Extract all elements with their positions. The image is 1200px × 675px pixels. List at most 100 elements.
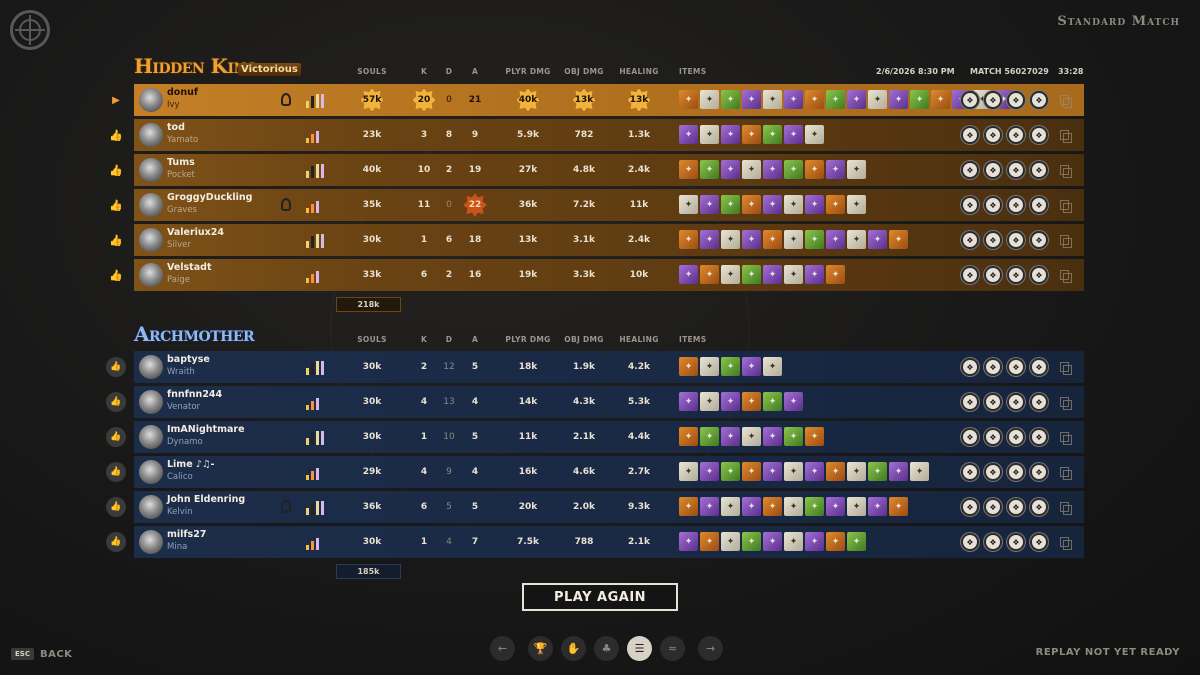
item-slot-icon[interactable]: ✦ xyxy=(700,265,719,284)
player-row[interactable]: ▶ donuf Ivy 57k 20 0 21 40k 13k 13k ✦ ✦ ✦ ✦ ✦ ✦ ✦ ✦ ✦ ✦ ✦ ✦ ✦ ✦… xyxy=(112,84,1084,116)
item-slot-icon[interactable]: ✦ xyxy=(784,195,803,214)
ability-icon[interactable]: ❖ xyxy=(984,126,1002,144)
ability-icon[interactable]: ❖ xyxy=(1007,266,1025,284)
ability-icon[interactable]: ❖ xyxy=(961,161,979,179)
player-row[interactable]: 👍 Valeriux24 Silver 30k 1 6 18 13k 3.1k 2.4k ✦ ✦ ✦ ✦ ✦… xyxy=(109,224,1084,256)
item-slot-icon[interactable]: ✦ xyxy=(868,462,887,481)
ability-icon[interactable]: ❖ xyxy=(984,533,1002,551)
item-slot-icon[interactable]: ✦ xyxy=(700,160,719,179)
ability-icon[interactable]: ❖ xyxy=(961,231,979,249)
item-slot-icon[interactable]: ✦ xyxy=(679,90,698,109)
item-slot-icon[interactable]: ✦ xyxy=(847,497,866,516)
item-slot-icon[interactable]: ✦ xyxy=(763,230,782,249)
ability-icon[interactable]: ❖ xyxy=(984,266,1002,284)
player-row[interactable]: 👍 John Eldenring Kelvin 36k 6 5 5 20k 2.0k 9.3k ✦ ✦… xyxy=(106,491,1084,523)
player-row[interactable]: 👍 Velstadt Paige 33k 6 2 16 19k 3.3k 10k ✦ ✦ ✦ ✦ ✦ ✦ ✦ ✦ ❖… xyxy=(109,259,1084,291)
item-slot-icon[interactable]: ✦ xyxy=(889,497,908,516)
item-slot-icon[interactable]: ✦ xyxy=(721,427,740,446)
ability-icon[interactable]: ❖ xyxy=(961,463,979,481)
item-slot-icon[interactable]: ✦ xyxy=(742,160,761,179)
item-slot-icon[interactable]: ✦ xyxy=(721,125,740,144)
ability-icon[interactable]: ❖ xyxy=(1007,533,1025,551)
item-slot-icon[interactable]: ✦ xyxy=(889,90,908,109)
item-slot-icon[interactable]: ✦ xyxy=(763,357,782,376)
item-slot-icon[interactable]: ✦ xyxy=(679,160,698,179)
item-slot-icon[interactable]: ✦ xyxy=(679,195,698,214)
ability-icon[interactable]: ❖ xyxy=(1007,126,1025,144)
item-slot-icon[interactable]: ✦ xyxy=(721,462,740,481)
ability-icon[interactable]: ❖ xyxy=(1030,393,1048,411)
item-slot-icon[interactable]: ✦ xyxy=(805,160,824,179)
thumbs-up-icon[interactable]: 👍 xyxy=(106,392,126,412)
item-slot-icon[interactable]: ✦ xyxy=(784,160,803,179)
ability-icon[interactable]: ❖ xyxy=(1030,498,1048,516)
item-slot-icon[interactable]: ✦ xyxy=(700,357,719,376)
item-slot-icon[interactable]: ✦ xyxy=(763,125,782,144)
item-slot-icon[interactable]: ✦ xyxy=(763,462,782,481)
item-slot-icon[interactable]: ✦ xyxy=(679,125,698,144)
copy-icon[interactable] xyxy=(1060,397,1072,410)
item-slot-icon[interactable]: ✦ xyxy=(826,230,845,249)
item-slot-icon[interactable]: ✦ xyxy=(868,497,887,516)
item-slot-icon[interactable]: ✦ xyxy=(784,462,803,481)
graph-icon[interactable]: ≈ xyxy=(660,636,685,661)
item-slot-icon[interactable]: ✦ xyxy=(847,462,866,481)
item-slot-icon[interactable]: ✦ xyxy=(763,532,782,551)
item-slot-icon[interactable]: ✦ xyxy=(679,230,698,249)
copy-icon[interactable] xyxy=(1060,95,1072,108)
thumbs-up-icon[interactable]: 👍 xyxy=(106,532,126,552)
player-row[interactable]: 👍 ImANightmare Dynamo 30k 1 10 5 11k 2.1k 4.4k ✦ ✦ ✦… xyxy=(106,421,1084,453)
ability-icon[interactable]: ❖ xyxy=(1007,231,1025,249)
item-slot-icon[interactable]: ✦ xyxy=(700,497,719,516)
item-slot-icon[interactable]: ✦ xyxy=(784,497,803,516)
thumbs-up-icon[interactable]: 👍 xyxy=(106,154,126,186)
item-slot-icon[interactable]: ✦ xyxy=(721,195,740,214)
tree-icon[interactable]: ♣ xyxy=(594,636,619,661)
item-slot-icon[interactable]: ✦ xyxy=(700,125,719,144)
ability-icon[interactable]: ❖ xyxy=(961,428,979,446)
hand-icon[interactable]: ✋ xyxy=(561,636,586,661)
item-slot-icon[interactable]: ✦ xyxy=(742,532,761,551)
ability-icon[interactable]: ❖ xyxy=(1007,161,1025,179)
item-slot-icon[interactable]: ✦ xyxy=(784,392,803,411)
thumbs-up-icon[interactable]: 👍 xyxy=(106,224,126,256)
next-arrow-icon[interactable]: → xyxy=(698,636,723,661)
player-row[interactable]: 👍 fnnfnn244 Venator 30k 4 13 4 14k 4.3k 5.3k ✦ ✦ ✦ ✦ ✦… xyxy=(106,386,1084,418)
item-slot-icon[interactable]: ✦ xyxy=(700,90,719,109)
ability-icon[interactable]: ❖ xyxy=(1030,126,1048,144)
item-slot-icon[interactable]: ✦ xyxy=(763,90,782,109)
item-slot-icon[interactable]: ✦ xyxy=(805,532,824,551)
item-slot-icon[interactable]: ✦ xyxy=(805,427,824,446)
item-slot-icon[interactable]: ✦ xyxy=(742,392,761,411)
item-slot-icon[interactable]: ✦ xyxy=(910,90,929,109)
player-row[interactable]: 👍 Lime ♪♫- Calico 29k 4 9 4 16k 4.6k 2.7k ✦ ✦ ✦ ✦ ✦ ✦ ✦ ✦… xyxy=(106,456,1084,488)
item-slot-icon[interactable]: ✦ xyxy=(763,392,782,411)
item-slot-icon[interactable]: ✦ xyxy=(826,462,845,481)
ability-icon[interactable]: ❖ xyxy=(984,358,1002,376)
prev-arrow-icon[interactable]: ← xyxy=(490,636,515,661)
ability-icon[interactable]: ❖ xyxy=(1030,196,1048,214)
item-slot-icon[interactable]: ✦ xyxy=(826,532,845,551)
item-slot-icon[interactable]: ✦ xyxy=(679,497,698,516)
player-row[interactable]: 👍 GroggyDuckling Graves 35k 11 0 22 36k 7.2k 11k ✦… xyxy=(109,189,1084,221)
item-slot-icon[interactable]: ✦ xyxy=(679,392,698,411)
item-slot-icon[interactable]: ✦ xyxy=(805,90,824,109)
copy-icon[interactable] xyxy=(1060,432,1072,445)
item-slot-icon[interactable]: ✦ xyxy=(742,125,761,144)
item-slot-icon[interactable]: ✦ xyxy=(826,195,845,214)
item-slot-icon[interactable]: ✦ xyxy=(826,497,845,516)
item-slot-icon[interactable]: ✦ xyxy=(721,392,740,411)
copy-icon[interactable] xyxy=(1060,200,1072,213)
ability-icon[interactable]: ❖ xyxy=(1030,533,1048,551)
ability-icon[interactable]: ❖ xyxy=(961,91,979,109)
player-row[interactable]: 👍 milfs27 Mina 30k 1 4 7 7.5k 788 2.1k ✦ ✦ ✦ ✦ ✦ ✦ ✦ ✦ ✦ ❖ ❖… xyxy=(106,526,1084,558)
ability-icon[interactable]: ❖ xyxy=(1007,196,1025,214)
item-slot-icon[interactable]: ✦ xyxy=(805,230,824,249)
ability-icon[interactable]: ❖ xyxy=(961,498,979,516)
item-slot-icon[interactable]: ✦ xyxy=(931,90,950,109)
thumbs-up-icon[interactable]: 👍 xyxy=(106,462,126,482)
item-slot-icon[interactable]: ✦ xyxy=(700,462,719,481)
ability-icon[interactable]: ❖ xyxy=(1030,428,1048,446)
item-slot-icon[interactable]: ✦ xyxy=(763,265,782,284)
item-slot-icon[interactable]: ✦ xyxy=(721,497,740,516)
